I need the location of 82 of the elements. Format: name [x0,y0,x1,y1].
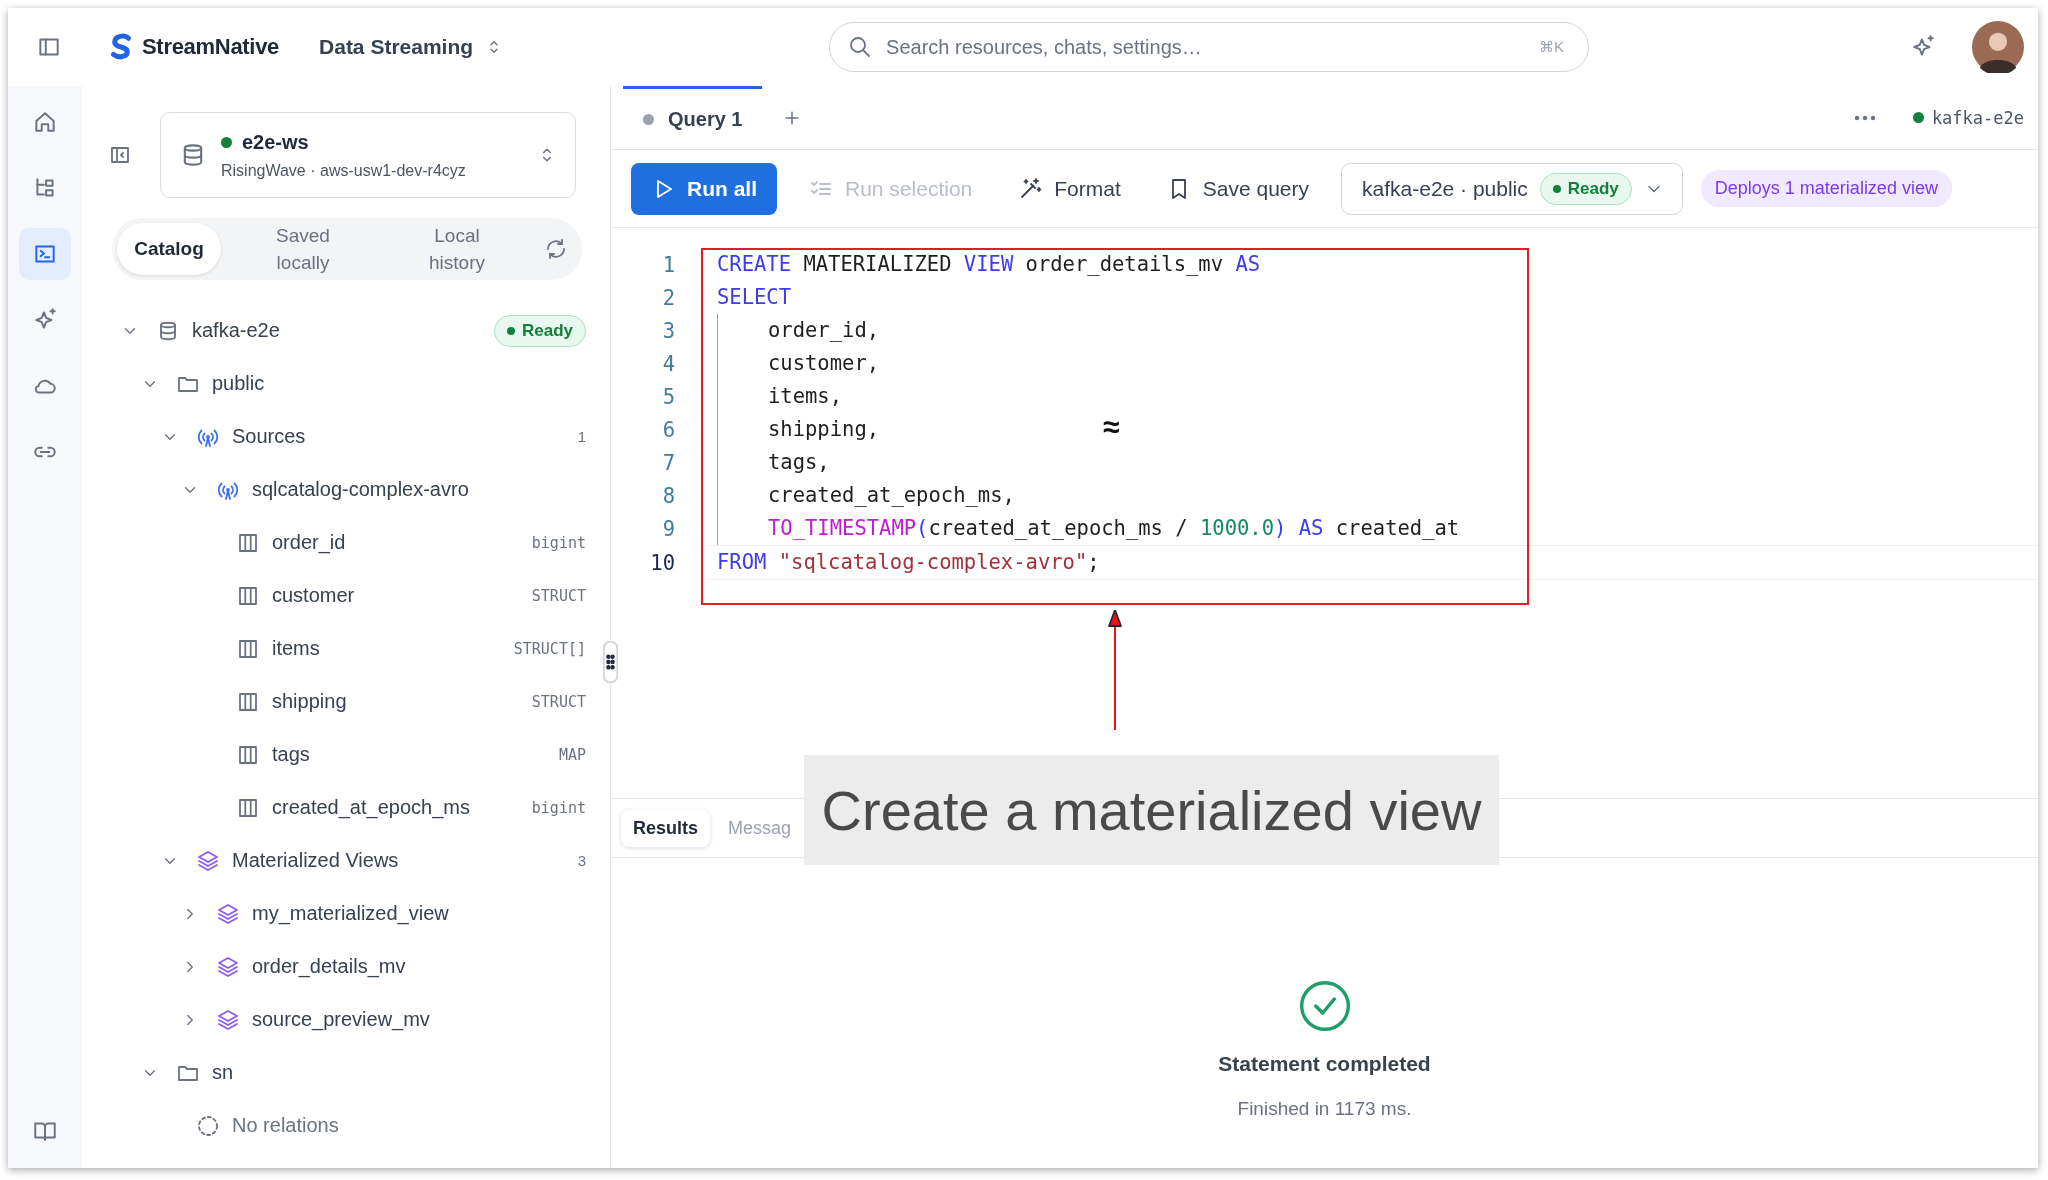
workspace-name: e2e-ws [242,130,309,154]
annotation-label: Create a materialized view [804,755,1499,865]
column-type: STRUCT [531,692,586,711]
code-line: created_at_epoch_ms, [717,479,1015,512]
code-line: items, [717,380,843,413]
deploy-badge: Deploys 1 materialized view [1700,170,1952,207]
tree-item[interactable]: created_at_epoch_ms [272,796,470,819]
code-line: TO_TIMESTAMP(created_at_epoch_ms / 1000.0) AS created_at [717,512,1460,545]
rail-item[interactable] [19,228,71,280]
tree-item[interactable]: order_details_mv [252,955,406,978]
run-all-button[interactable]: Run all [631,162,777,215]
catalog-tab[interactable]: Saved locally [241,223,365,275]
dashed-circle-icon [196,1113,220,1138]
layers-icon [216,1007,240,1032]
column-type: MAP [558,745,586,764]
tree-item[interactable]: kafka-e2e [192,319,280,342]
catalog-tab[interactable]: Catalog [117,223,221,275]
tree-item[interactable]: sqlcatalog-complex-avro [252,478,469,501]
tree-item[interactable]: order_id [272,531,346,554]
home-icon [32,109,58,135]
context-selector[interactable]: kafka-e2e · public Ready [1341,162,1683,215]
code-line: shipping, [717,413,880,446]
code-line: customer, [717,347,880,380]
tree-item[interactable]: my_materialized_view [252,902,449,925]
avatar[interactable] [1972,21,2024,73]
tree-item[interactable]: sn [212,1061,234,1084]
context-label: kafka-e2e · public [1362,176,1528,201]
tree-item[interactable]: Materialized Views [232,849,399,872]
format-button[interactable]: Format [1004,162,1135,215]
tree-item[interactable]: items [272,637,320,660]
line-number: 1 [661,252,675,277]
code-line: CREATE MATERIALIZED VIEW order_details_mv AS [717,251,1261,278]
column-type: STRUCT [531,586,586,605]
line-number: 6 [661,417,675,442]
layers-icon [216,901,240,926]
column-type: bigint [531,798,586,817]
connection-name: kafka-e2e [1931,107,2024,128]
tree-item[interactable]: public [212,372,265,395]
approx-symbol: ≈ [1103,410,1120,444]
brand-name: StreamNative [142,34,280,60]
magic-wand-icon [1018,176,1043,201]
code-line: tags, [717,446,830,479]
status-badge: Ready [493,314,586,347]
column-type: STRUCT[] [513,639,586,658]
tree-item[interactable]: source_preview_mv [252,1008,430,1031]
search-icon [848,35,873,59]
code-line: SELECT [717,284,792,311]
item-count: 3 [577,852,586,869]
tree-item[interactable]: Sources [232,425,306,448]
tree-item[interactable]: tags [272,743,310,766]
status-detail: Finished in 1173 ms. [1237,1098,1412,1120]
results-tab[interactable]: Results [621,809,711,847]
project-switcher[interactable]: Data Streaming [313,34,510,60]
status-badge: Ready [1539,172,1632,205]
line-number: 5 [661,384,675,409]
workspace-selector[interactable]: e2e-ws RisingWave · aws-usw1-dev-r4cyz [160,112,576,198]
line-number: 9 [661,516,675,541]
layers-icon [196,848,220,873]
search-field[interactable]: Search resources, chats, settings… [884,34,1528,60]
resize-handle[interactable] [603,641,618,683]
status-title: Statement completed [1218,1052,1431,1076]
save-query-button[interactable]: Save query [1152,162,1323,215]
more-icon[interactable] [1852,113,1877,122]
workspace-details: RisingWave · aws-usw1-dev-r4cyz [221,161,467,180]
column-type: bigint [531,533,586,552]
line-number: 10 [649,550,675,575]
code-line: FROM "sqlcatalog-complex-avro"; [717,549,1100,576]
empty-note: No relations [232,1114,339,1137]
line-number: 4 [661,351,675,376]
code-line: order_id, [717,314,880,347]
line-number: 7 [661,450,675,475]
refresh-icon[interactable] [544,237,568,261]
line-number: 2 [661,285,675,310]
tree-item[interactable]: customer [272,584,355,607]
item-count: 1 [577,428,586,445]
tree-item[interactable]: shipping [272,690,347,713]
line-number: 8 [661,483,675,508]
layers-icon [216,954,240,979]
catalog-tab[interactable]: Local history [395,223,519,275]
shortcut-hint: ⌘K [1539,38,1565,56]
query-tab[interactable]: Query 1 [623,85,763,150]
line-number: 3 [661,318,675,343]
